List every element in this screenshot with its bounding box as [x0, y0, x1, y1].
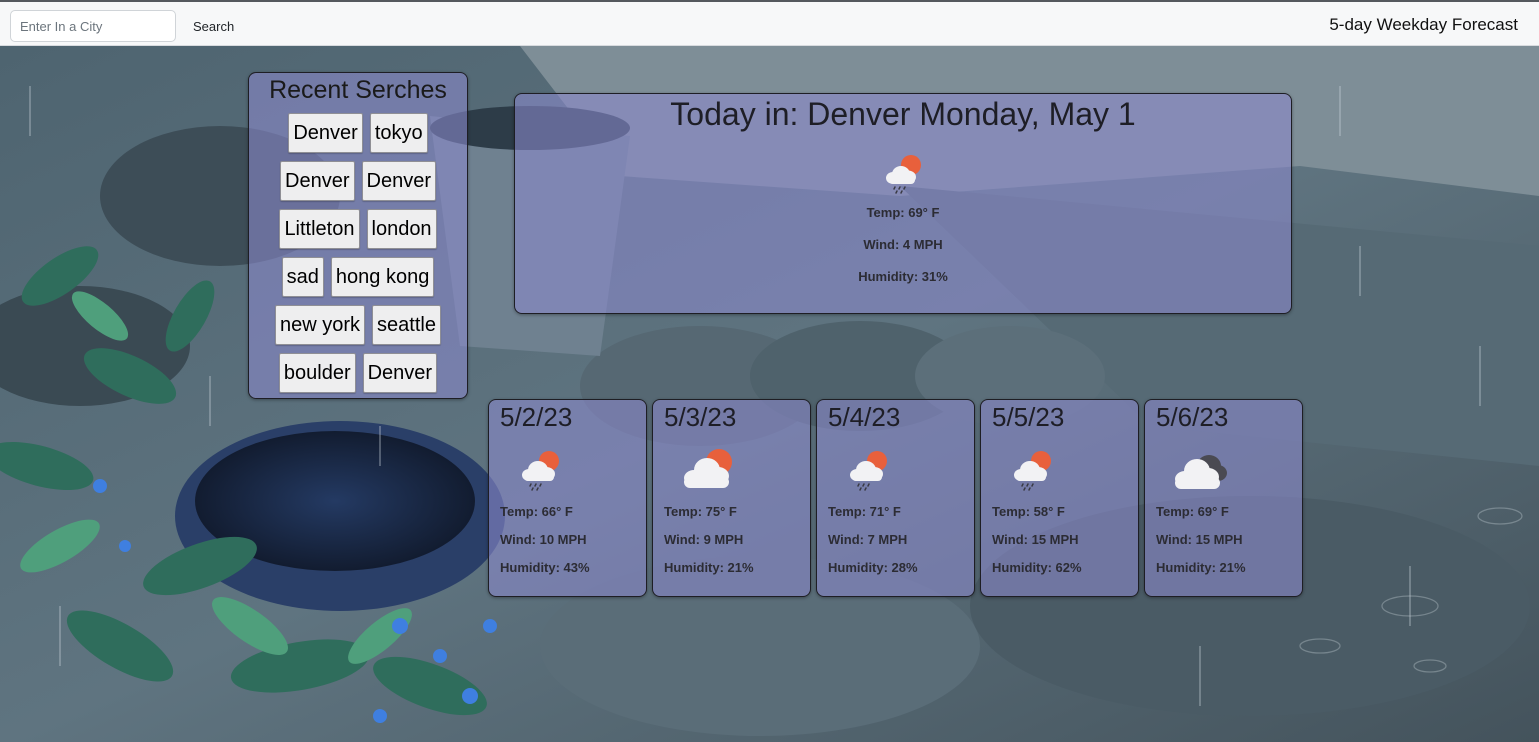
- forecast-humidity: Humidity: 21%: [664, 560, 754, 575]
- recent-search-button[interactable]: Denver: [288, 113, 363, 153]
- recent-searches-panel: Recent Serches Denver tokyo Denver Denve…: [248, 72, 468, 399]
- forecast-temp: Temp: 58° F: [992, 504, 1065, 519]
- rain-with-sun-icon: [515, 448, 565, 492]
- recent-search-button[interactable]: seattle: [372, 305, 441, 345]
- current-weather-card: Today in: Denver Monday, May 1 Temp: 69°…: [514, 93, 1292, 314]
- top-navbar: Search 5-day Weekday Forecast: [0, 0, 1539, 46]
- current-humidity: Humidity: 31%: [858, 269, 948, 284]
- forecast-date: 5/5/23: [992, 402, 1065, 432]
- forecast-card: 5/6/23 Temp: 69° F Wind: 15 MPH Humidity…: [1144, 399, 1303, 597]
- forecast-date: 5/2/23: [500, 402, 573, 432]
- forecast-card: 5/2/23 Temp: 66° F Wind: 10 MPH Humidity…: [488, 399, 647, 597]
- rain-with-sun-icon: [881, 152, 925, 196]
- forecast-temp: Temp: 66° F: [500, 504, 573, 519]
- recent-search-button[interactable]: Littleton: [279, 209, 360, 249]
- forecast-wind: Wind: 10 MPH: [500, 532, 587, 547]
- forecast-wind: Wind: 15 MPH: [992, 532, 1079, 547]
- forecast-humidity: Humidity: 43%: [500, 560, 590, 575]
- recent-search-button[interactable]: Denver: [361, 161, 436, 201]
- recent-searches-title: Recent Serches: [269, 76, 447, 104]
- forecast-card: 5/5/23 Temp: 58° F Wind: 15 MPH Humidity…: [980, 399, 1139, 597]
- rain-with-sun-icon: [1007, 448, 1057, 492]
- forecast-temp: Temp: 75° F: [664, 504, 737, 519]
- forecast-temp: Temp: 69° F: [1156, 504, 1229, 519]
- forecast-card: 5/3/23 Temp: 75° F Wind: 9 MPH Humidity:…: [652, 399, 811, 597]
- recent-search-button[interactable]: hong kong: [330, 257, 435, 297]
- forecast-humidity: Humidity: 21%: [1156, 560, 1246, 575]
- search-button[interactable]: Search: [184, 10, 243, 42]
- current-wind: Wind: 4 MPH: [863, 237, 943, 252]
- forecast-humidity: Humidity: 62%: [992, 560, 1082, 575]
- dark-clouds-icon: [1171, 448, 1227, 492]
- recent-search-button[interactable]: Denver: [362, 353, 438, 393]
- forecast-humidity: Humidity: 28%: [828, 560, 918, 575]
- current-weather-title: Today in: Denver Monday, May 1: [670, 96, 1136, 132]
- forecast-temp: Temp: 71° F: [828, 504, 901, 519]
- forecast-wind: Wind: 9 MPH: [664, 532, 744, 547]
- forecast-date: 5/3/23: [664, 402, 737, 432]
- recent-searches-list: Denver tokyo Denver Denver Littleton lon…: [249, 105, 467, 397]
- app-title: 5-day Weekday Forecast: [1329, 15, 1518, 34]
- forecast-date: 5/4/23: [828, 402, 901, 432]
- cloud-with-sun-icon: [679, 448, 732, 492]
- forecast-wind: Wind: 15 MPH: [1156, 532, 1243, 547]
- forecast-date: 5/6/23: [1156, 402, 1229, 432]
- recent-search-button[interactable]: sad: [281, 257, 324, 297]
- rain-with-sun-icon: [843, 448, 893, 492]
- forecast-wind: Wind: 7 MPH: [828, 532, 908, 547]
- recent-search-button[interactable]: boulder: [278, 353, 356, 393]
- recent-search-button[interactable]: london: [366, 209, 437, 249]
- city-search-input[interactable]: [10, 10, 176, 42]
- recent-search-button[interactable]: tokyo: [369, 113, 428, 153]
- forecast-card: 5/4/23 Temp: 71° F Wind: 7 MPH Humidity:…: [816, 399, 975, 597]
- recent-search-button[interactable]: new york: [275, 305, 366, 345]
- current-temp: Temp: 69° F: [866, 205, 940, 220]
- recent-search-button[interactable]: Denver: [280, 161, 355, 201]
